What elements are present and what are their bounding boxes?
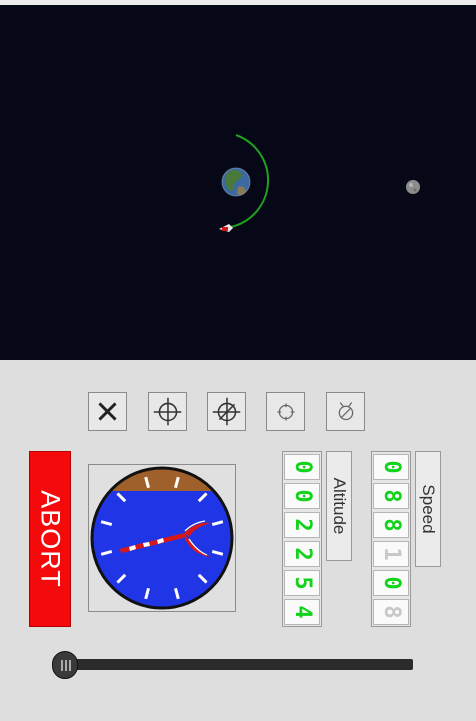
speed-display: 0 8 8 1 0 8 <box>371 451 411 627</box>
throttle-slider[interactable] <box>60 659 413 670</box>
abort-button[interactable]: ABORT <box>29 451 71 627</box>
digit-value: 0 <box>290 489 315 503</box>
target-crossed-icon <box>212 397 241 426</box>
digit-value: 5 <box>290 576 315 590</box>
digit-cell: 2 <box>284 541 320 567</box>
digit-cell: 5 <box>284 570 320 596</box>
digit-cell: 4 <box>284 599 320 625</box>
digit-value: 2 <box>290 547 315 561</box>
altitude-label-box: Altitude <box>326 451 352 561</box>
digit-value: 8 <box>379 605 404 619</box>
altitude-label: Altitude <box>330 477 349 535</box>
spaceship-icon <box>219 224 233 232</box>
target-icon <box>153 397 182 426</box>
speed-label-box: Speed <box>415 451 441 567</box>
digit-cell: 8 <box>373 483 409 509</box>
digit-value: 0 <box>290 460 315 474</box>
attitude-dial <box>90 466 234 610</box>
space-scene <box>219 134 420 232</box>
digit-cell: 8 <box>373 512 409 538</box>
abort-label: ABORT <box>35 490 66 588</box>
speed-label: Speed <box>419 484 438 534</box>
target-button[interactable] <box>148 392 187 431</box>
crosshair-button[interactable] <box>266 392 305 431</box>
digit-value: 8 <box>379 489 404 503</box>
digit-value: 0 <box>379 576 404 590</box>
digit-cell: 0 <box>284 483 320 509</box>
digit-cell: 2 <box>284 512 320 538</box>
crosshair-crossed-button[interactable] <box>326 392 365 431</box>
crosshair-icon <box>277 403 295 421</box>
close-icon <box>98 402 117 421</box>
earth-icon <box>221 167 251 197</box>
digit-value: 0 <box>379 460 404 474</box>
target-crossed-button[interactable] <box>207 392 246 431</box>
digit-value: 1 <box>379 547 404 561</box>
digit-value: 8 <box>379 518 404 532</box>
close-button[interactable] <box>88 392 127 431</box>
digit-cell: 0 <box>373 570 409 596</box>
grip-line <box>61 660 63 671</box>
digit-cell: 0 <box>284 454 320 480</box>
digit-cell: 0 <box>373 454 409 480</box>
digit-cell: 1 <box>373 541 409 567</box>
moon-icon <box>406 180 420 194</box>
digit-value: 2 <box>290 518 315 532</box>
grip-line <box>65 660 67 671</box>
throttle-handle[interactable] <box>52 651 78 679</box>
crosshair-crossed-icon <box>338 402 354 421</box>
digit-cell: 8 <box>373 599 409 625</box>
space-view[interactable] <box>0 5 476 360</box>
altitude-display: 0 0 2 2 5 4 <box>282 451 322 627</box>
digit-value: 4 <box>290 605 315 619</box>
attitude-indicator <box>88 464 236 612</box>
grip-line <box>69 660 71 671</box>
